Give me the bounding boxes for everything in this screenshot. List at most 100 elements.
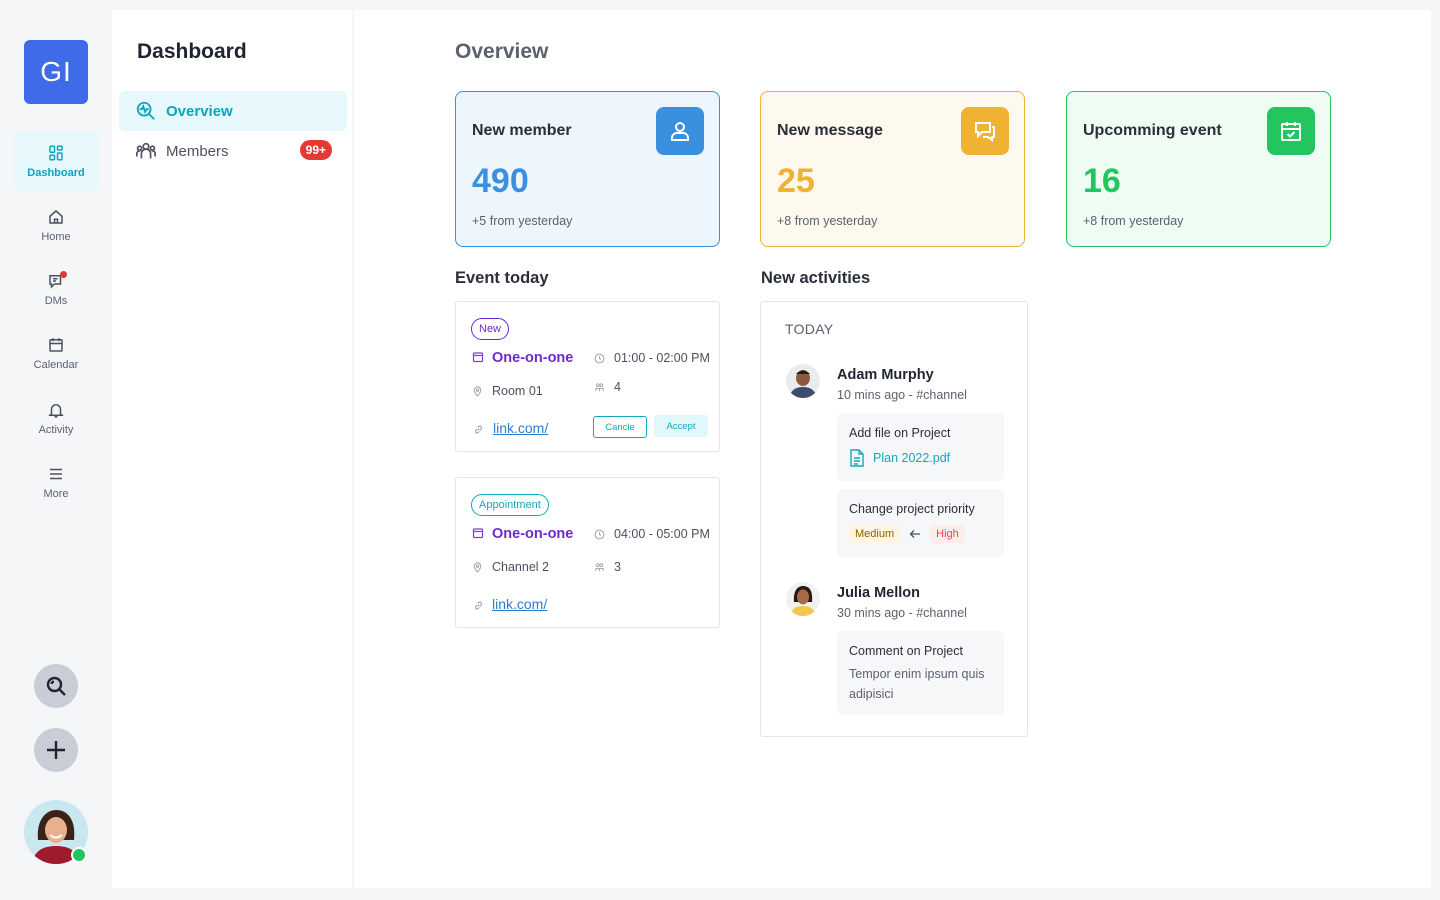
activity-entry: Add file on Project Plan 2022.pdf xyxy=(837,413,1004,481)
add-button[interactable] xyxy=(34,728,78,772)
stat-value: 490 xyxy=(472,162,529,200)
clock-icon xyxy=(594,353,605,364)
home-icon xyxy=(49,209,63,224)
event-location: Channel 2 xyxy=(492,560,549,574)
event-attendee-count: 4 xyxy=(614,380,621,394)
event-card[interactable]: Appointment One-on-one 04:00 - 05:00 PM … xyxy=(455,477,720,628)
activity-meta: 30 mins ago - #channel xyxy=(837,606,967,620)
event-time: 01:00 - 02:00 PM xyxy=(614,351,710,365)
location-pin-icon xyxy=(473,562,482,573)
main-content: Overview New member 490 +5 from yesterda… xyxy=(354,10,1431,888)
priority-badge-medium: Medium xyxy=(849,525,901,543)
rail-item-activity[interactable]: Activity xyxy=(14,388,98,448)
activity-entry: Comment on Project Tempor enim ipsum qui… xyxy=(837,631,1004,715)
rail-item-label: More xyxy=(43,487,69,500)
rail-item-label: Activity xyxy=(38,423,74,436)
subnav-item-label: Members xyxy=(166,142,229,160)
subnav-item-members[interactable]: Members 99+ xyxy=(119,131,347,171)
location-pin-icon xyxy=(473,386,482,397)
event-tag: New xyxy=(471,318,510,340)
activities-panel: TODAY Adam Murphy 10 mins ago - #channel… xyxy=(760,301,1028,737)
activity-entry-text: Change project priority xyxy=(849,502,975,516)
event-title: One-on-one xyxy=(492,350,574,366)
activity-user-name: Adam Murphy xyxy=(837,367,934,383)
link-icon xyxy=(474,425,483,434)
event-location: Room 01 xyxy=(492,384,543,398)
search-icon xyxy=(46,676,66,696)
rail-item-label: Dashboard xyxy=(27,166,85,179)
stat-card-new-message[interactable]: New message 25 +8 from yesterday xyxy=(760,91,1025,247)
subnav-title: Dashboard xyxy=(137,40,247,63)
page-title: Overview xyxy=(455,40,549,63)
avatar[interactable] xyxy=(786,364,820,398)
rail-item-home[interactable]: Home xyxy=(14,195,98,255)
subnav-item-label: Overview xyxy=(166,102,233,120)
event-attendee-count: 3 xyxy=(614,560,621,574)
stat-value: 16 xyxy=(1083,162,1121,200)
link-icon xyxy=(474,601,483,610)
dashboard-icon xyxy=(49,145,63,160)
events-section-title: Event today xyxy=(455,269,549,287)
rail-item-dashboard[interactable]: Dashboard xyxy=(14,131,98,191)
event-tag: Appointment xyxy=(471,494,549,516)
members-icon xyxy=(136,142,156,159)
event-card[interactable]: New One-on-one 01:00 - 02:00 PM Room 01 … xyxy=(455,301,720,452)
stat-subtext: +8 from yesterday xyxy=(777,214,878,228)
activity-entry: Change project priority Medium High xyxy=(837,489,1004,557)
stat-subtext: +8 from yesterday xyxy=(1083,214,1184,228)
file-name: Plan 2022.pdf xyxy=(873,451,951,465)
rail-item-calendar[interactable]: Calendar xyxy=(14,323,98,383)
calendar-icon xyxy=(49,337,63,352)
document-icon xyxy=(850,449,864,467)
activity-meta: 10 mins ago - #channel xyxy=(837,388,967,402)
activity-user-name: Julia Mellon xyxy=(837,585,920,601)
stat-subtext: +5 from yesterday xyxy=(472,214,573,228)
overview-icon xyxy=(136,101,155,120)
event-title: One-on-one xyxy=(492,526,574,542)
menu-icon xyxy=(50,468,62,479)
event-time: 04:00 - 05:00 PM xyxy=(614,527,710,541)
accept-button[interactable]: Accept xyxy=(654,415,708,437)
stat-card-new-member[interactable]: New member 490 +5 from yesterday xyxy=(455,91,720,247)
priority-change: Medium High xyxy=(849,525,992,543)
event-link[interactable]: link.com/ xyxy=(492,596,547,612)
unread-dot xyxy=(60,271,67,278)
stat-title: Upcomming event xyxy=(1083,122,1222,139)
people-icon xyxy=(595,563,604,572)
activity-entry-text: Comment on Project xyxy=(849,644,963,658)
attached-file-link[interactable]: Plan 2022.pdf xyxy=(849,449,992,467)
arrow-left-icon xyxy=(909,530,921,538)
search-button[interactable] xyxy=(34,664,78,708)
rail-item-dms[interactable]: DMs xyxy=(14,259,98,319)
message-icon xyxy=(961,107,1009,155)
workspace-logo[interactable]: GI xyxy=(24,40,88,104)
activities-section-title: New activities xyxy=(761,269,871,287)
event-link[interactable]: link.com/ xyxy=(493,420,548,436)
comment-text: Tempor enim ipsum quis adipisici xyxy=(849,667,985,701)
calendar-icon xyxy=(472,528,484,539)
bell-icon xyxy=(48,403,64,417)
rail-item-label: Home xyxy=(41,230,71,243)
stat-title: New member xyxy=(472,122,572,139)
members-count-badge: 99+ xyxy=(299,140,332,160)
rail-item-more[interactable]: More xyxy=(14,452,98,512)
app-rail: GI Dashboard Home DMs Calendar Activity … xyxy=(0,0,112,900)
rail-item-label: DMs xyxy=(44,294,68,307)
clock-icon xyxy=(594,529,605,540)
stat-value: 25 xyxy=(777,162,815,200)
people-icon xyxy=(595,383,604,392)
cancel-button[interactable]: Cancle xyxy=(593,416,647,438)
calendar-icon xyxy=(472,352,484,363)
avatar[interactable] xyxy=(786,582,820,616)
subnav-item-overview[interactable]: Overview xyxy=(119,91,347,131)
user-icon xyxy=(656,107,704,155)
activity-entry-text: Add file on Project xyxy=(849,426,951,440)
priority-badge-high: High xyxy=(930,525,965,543)
dashboard-subnav: Dashboard Overview Members 99+ xyxy=(112,10,352,888)
online-status-indicator xyxy=(71,847,87,863)
plus-icon xyxy=(47,741,65,759)
stat-card-upcoming-event[interactable]: Upcomming event 16 +8 from yesterday xyxy=(1066,91,1331,247)
rail-item-label: Calendar xyxy=(33,358,79,371)
calendar-check-icon xyxy=(1267,107,1315,155)
stat-title: New message xyxy=(777,122,883,139)
